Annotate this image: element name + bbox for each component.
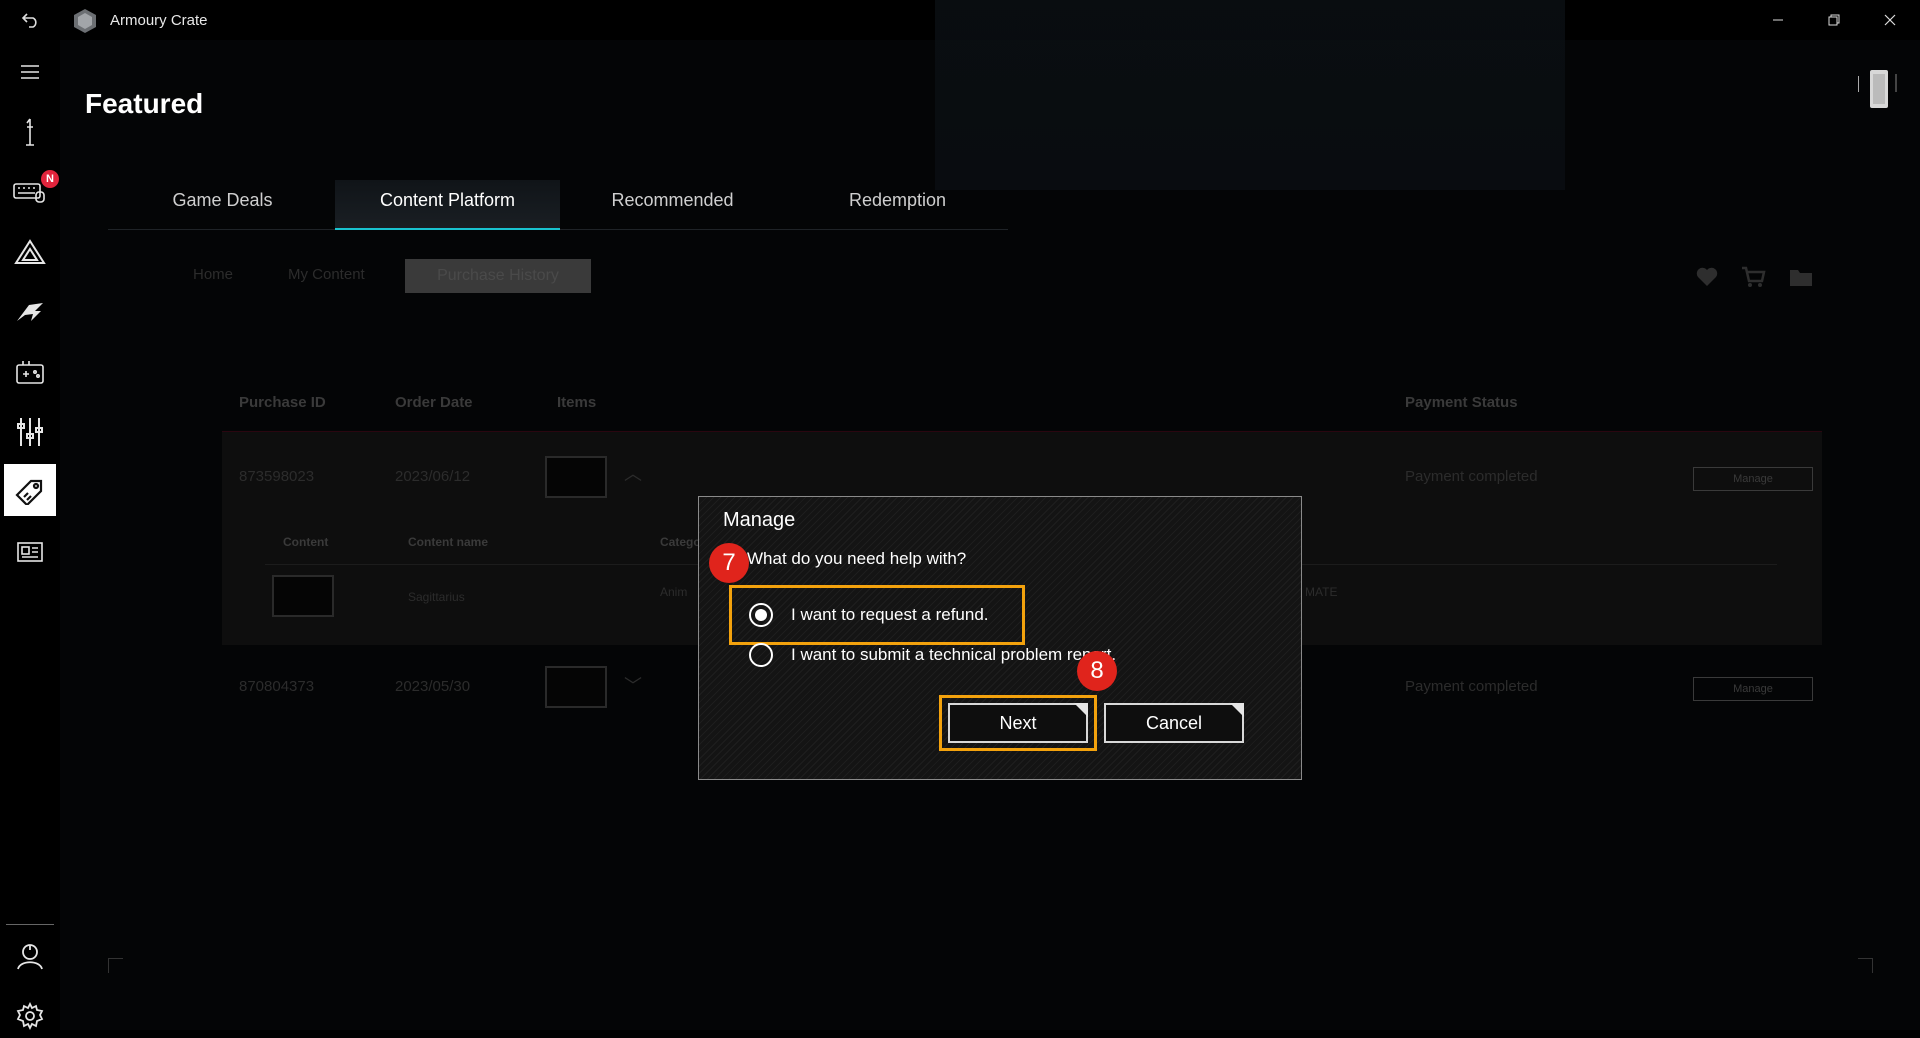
sub-item-name: Sagittarius — [408, 590, 465, 604]
header-backdrop — [935, 0, 1565, 190]
breadcrumb-my-content: My Content — [288, 266, 365, 283]
row2-purchase-id: 870804373 — [239, 678, 315, 695]
subheader-content-name: Content name — [408, 535, 489, 549]
back-icon[interactable] — [10, 0, 50, 40]
notification-badge: N — [41, 170, 59, 188]
row2-order-date: 2023/05/30 — [395, 678, 471, 695]
sidebar: N — [0, 40, 60, 1030]
sub-item-category: Anim — [660, 585, 688, 599]
header-items: Items — [557, 394, 597, 411]
rog-logo-icon[interactable] — [8, 290, 52, 334]
manage-dialog: Manage What do you need help with? I wan… — [698, 496, 1302, 780]
row1-item-thumbnail — [545, 456, 607, 498]
minimize-icon[interactable] — [1758, 0, 1798, 40]
row1-order-date: 2023/06/12 — [395, 468, 471, 485]
refund-option[interactable]: I want to request a refund. — [749, 603, 989, 627]
refund-radio[interactable] — [749, 603, 773, 627]
dialog-question: What do you need help with? — [747, 549, 967, 568]
menu-icon[interactable] — [8, 50, 52, 94]
tab-redemption[interactable]: Redemption — [785, 190, 1010, 211]
news-icon[interactable] — [8, 530, 52, 574]
next-button[interactable]: Next — [948, 703, 1088, 743]
keyboard-icon[interactable]: N — [8, 170, 59, 214]
tab-recommended[interactable]: Recommended — [560, 190, 785, 211]
app-title: Armoury Crate — [110, 12, 208, 29]
step-7-badge: 7 — [709, 543, 749, 583]
device-icon[interactable] — [8, 110, 52, 154]
settings-icon[interactable] — [8, 994, 52, 1038]
technical-report-option[interactable]: I want to submit a technical problem rep… — [749, 643, 1116, 667]
user-center-icon[interactable] — [8, 934, 52, 978]
row2-manage-button: Manage — [1693, 677, 1813, 701]
row2-item-thumbnail — [545, 666, 607, 708]
device-status-icon — [1857, 70, 1897, 110]
cart-icon — [1740, 266, 1766, 288]
app-logo-icon — [72, 8, 98, 34]
breadcrumb-purchase-history: Purchase History — [405, 259, 591, 293]
page-title: Featured — [85, 88, 204, 119]
header-payment-status: Payment Status — [1405, 394, 1518, 411]
tab-game-deals[interactable]: Game Deals — [110, 190, 335, 211]
chevron-up-icon: ︿ — [624, 464, 642, 484]
tab-content-platform[interactable]: Content Platform — [335, 190, 560, 211]
tab-active-indicator — [335, 228, 560, 230]
technical-report-radio[interactable] — [749, 643, 773, 667]
corner-mark-right — [1858, 958, 1873, 973]
sub-item-extra: MATE — [1305, 585, 1338, 599]
row2-payment-status: Payment completed — [1405, 678, 1538, 695]
technical-report-option-label: I want to submit a technical problem rep… — [791, 645, 1117, 664]
wishlist-icon — [1695, 266, 1719, 288]
aura-icon[interactable] — [8, 230, 52, 274]
featured-tag-icon[interactable] — [4, 464, 56, 516]
scenario-profiles-icon[interactable] — [8, 410, 52, 454]
cancel-button[interactable]: Cancel — [1104, 703, 1244, 743]
game-library-icon[interactable] — [8, 350, 52, 394]
refund-option-label: I want to request a refund. — [791, 605, 989, 624]
subheader-content: Content — [283, 535, 329, 549]
folder-icon — [1788, 266, 1814, 288]
dialog-title: Manage — [723, 509, 796, 531]
restore-icon[interactable] — [1814, 0, 1854, 40]
close-icon[interactable] — [1870, 0, 1910, 40]
sub-item-thumbnail — [272, 575, 334, 617]
chevron-down-icon: ﹀ — [624, 676, 642, 696]
sidebar-divider — [6, 924, 54, 925]
row1-payment-status: Payment completed — [1405, 468, 1538, 485]
row1-manage-button: Manage — [1693, 467, 1813, 491]
corner-mark-left — [108, 958, 123, 973]
step-8-badge: 8 — [1077, 651, 1117, 691]
header-purchase-id: Purchase ID — [239, 394, 326, 411]
breadcrumb-home: Home — [193, 266, 234, 283]
header-order-date: Order Date — [395, 394, 473, 411]
row1-purchase-id: 873598023 — [239, 468, 315, 485]
